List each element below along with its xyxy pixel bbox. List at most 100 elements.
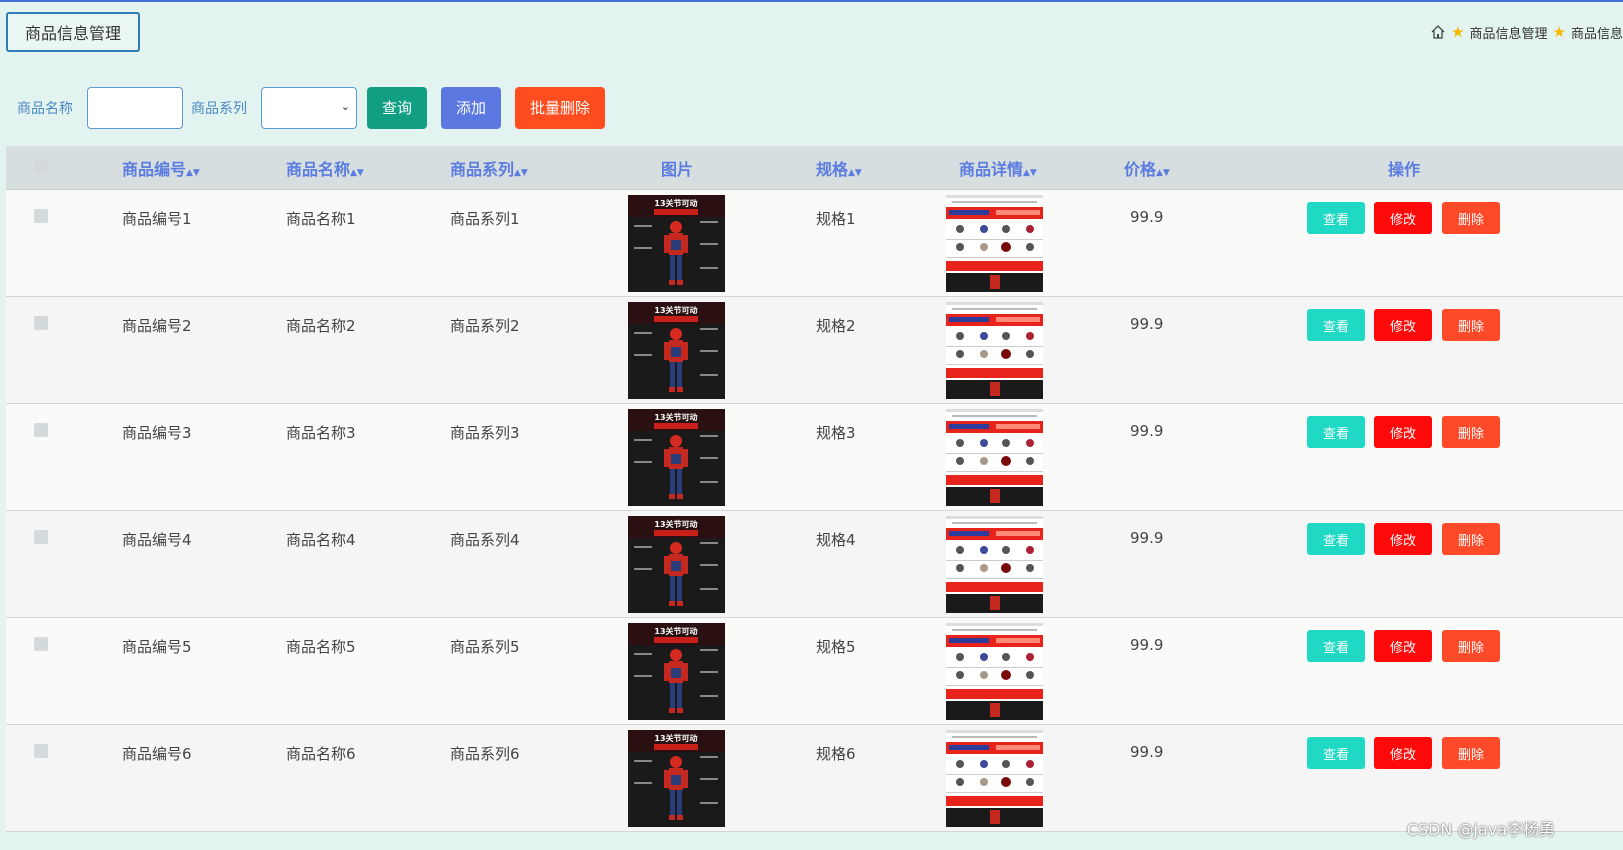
- delete-button[interactable]: 删除: [1442, 202, 1500, 234]
- header-name[interactable]: 商品名称▲▼: [286, 156, 364, 180]
- table-row: 商品编号6 商品名称6 商品系列6 13关节可动 规格6 99.9 查看 修改 …: [6, 725, 1623, 832]
- cell-price: 99.9: [1130, 315, 1164, 333]
- delete-button[interactable]: 删除: [1442, 630, 1500, 662]
- cell-price: 99.9: [1130, 743, 1164, 761]
- sort-icon: ▲▼: [350, 167, 364, 178]
- product-image[interactable]: 13关节可动: [628, 409, 725, 506]
- sort-icon: ▲▼: [186, 167, 200, 178]
- view-button[interactable]: 查看: [1307, 309, 1365, 341]
- cell-spec: 规格1: [816, 210, 856, 228]
- page-title: 商品信息管理: [24, 24, 121, 43]
- detail-image[interactable]: [946, 623, 1043, 720]
- cell-series: 商品系列6: [450, 745, 520, 763]
- cell-spec: 规格4: [816, 531, 856, 549]
- detail-image[interactable]: [946, 195, 1043, 292]
- series-filter-select[interactable]: ⌄: [261, 86, 357, 129]
- delete-button[interactable]: 删除: [1442, 523, 1500, 555]
- view-button[interactable]: 查看: [1307, 737, 1365, 769]
- edit-button[interactable]: 修改: [1374, 309, 1432, 341]
- filter-bar: 商品名称 商品系列 ⌄ 查询 添加 批量删除: [17, 86, 605, 129]
- cell-price: 99.9: [1130, 422, 1164, 440]
- image-caption: 13关节可动: [654, 198, 697, 208]
- cell-series: 商品系列5: [450, 638, 520, 656]
- header-image: 图片: [661, 159, 694, 179]
- cell-code: 商品编号1: [122, 210, 192, 228]
- detail-image[interactable]: [946, 516, 1043, 613]
- add-button[interactable]: 添加: [441, 86, 501, 129]
- cell-price: 99.9: [1130, 208, 1164, 226]
- cell-spec: 规格3: [816, 424, 856, 442]
- top-accent-line: [0, 0, 1623, 2]
- series-filter-label: 商品系列: [191, 100, 247, 117]
- cell-price: 99.9: [1130, 529, 1164, 547]
- edit-button[interactable]: 修改: [1374, 202, 1432, 234]
- row-checkbox[interactable]: [34, 316, 48, 330]
- edit-button[interactable]: 修改: [1374, 737, 1432, 769]
- header-code[interactable]: 商品编号▲▼: [122, 156, 200, 180]
- star-icon: ★: [1451, 23, 1465, 41]
- cell-series: 商品系列1: [450, 210, 520, 228]
- cell-spec: 规格6: [816, 745, 856, 763]
- detail-image[interactable]: [946, 730, 1043, 827]
- select-all-checkbox[interactable]: [34, 160, 48, 174]
- product-image[interactable]: 13关节可动: [628, 516, 725, 613]
- detail-image[interactable]: [946, 302, 1043, 399]
- table-body: 商品编号1 商品名称1 商品系列1 13关节可动 规格1 99.9 查看 修改 …: [6, 190, 1623, 832]
- sort-icon: ▲▼: [514, 167, 528, 178]
- header-actions: 操作: [1388, 159, 1421, 179]
- table-row: 商品编号1 商品名称1 商品系列1 13关节可动 规格1 99.9 查看 修改 …: [6, 190, 1623, 297]
- delete-button[interactable]: 删除: [1442, 309, 1500, 341]
- cell-name: 商品名称2: [286, 317, 356, 335]
- cell-name: 商品名称1: [286, 210, 356, 228]
- page-title-tab[interactable]: 商品信息管理: [6, 12, 140, 52]
- breadcrumb-item[interactable]: 商品信息: [1571, 23, 1623, 42]
- view-button[interactable]: 查看: [1307, 416, 1365, 448]
- view-button[interactable]: 查看: [1307, 630, 1365, 662]
- edit-button[interactable]: 修改: [1374, 416, 1432, 448]
- view-button[interactable]: 查看: [1307, 523, 1365, 555]
- cell-code: 商品编号6: [122, 745, 192, 763]
- product-image[interactable]: 13关节可动: [628, 730, 725, 827]
- row-checkbox[interactable]: [34, 423, 48, 437]
- view-button[interactable]: 查看: [1307, 202, 1365, 234]
- sort-icon: ▲▼: [1156, 167, 1170, 178]
- product-image[interactable]: 13关节可动: [628, 623, 725, 720]
- product-image[interactable]: 13关节可动: [628, 195, 725, 292]
- product-image[interactable]: 13关节可动: [628, 302, 725, 399]
- name-filter-label: 商品名称: [17, 100, 73, 117]
- cell-code: 商品编号5: [122, 638, 192, 656]
- row-checkbox[interactable]: [34, 209, 48, 223]
- image-caption: 13关节可动: [654, 626, 697, 636]
- chevron-down-icon: ⌄: [340, 99, 350, 113]
- header-series[interactable]: 商品系列▲▼: [450, 156, 528, 180]
- breadcrumb-item[interactable]: 商品信息管理: [1470, 23, 1548, 42]
- cell-code: 商品编号2: [122, 317, 192, 335]
- cell-code: 商品编号3: [122, 424, 192, 442]
- cell-spec: 规格2: [816, 317, 856, 335]
- batch-delete-button[interactable]: 批量删除: [515, 86, 605, 129]
- header-detail[interactable]: 商品详情▲▼: [959, 156, 1037, 180]
- cell-series: 商品系列3: [450, 424, 520, 442]
- row-checkbox[interactable]: [34, 530, 48, 544]
- row-checkbox[interactable]: [34, 637, 48, 651]
- image-caption: 13关节可动: [654, 305, 697, 315]
- edit-button[interactable]: 修改: [1374, 630, 1432, 662]
- home-icon[interactable]: [1430, 24, 1446, 40]
- query-button[interactable]: 查询: [367, 86, 427, 129]
- delete-button[interactable]: 删除: [1442, 737, 1500, 769]
- table-row: 商品编号5 商品名称5 商品系列5 13关节可动 规格5 99.9 查看 修改 …: [6, 618, 1623, 725]
- name-filter-input[interactable]: [87, 86, 183, 129]
- breadcrumb: ★ 商品信息管理 ★ 商品信息: [1430, 22, 1623, 42]
- table-row: 商品编号2 商品名称2 商品系列2 13关节可动 规格2 99.9 查看 修改 …: [6, 297, 1623, 404]
- cell-spec: 规格5: [816, 638, 856, 656]
- table-row: 商品编号4 商品名称4 商品系列4 13关节可动 规格4 99.9 查看 修改 …: [6, 511, 1623, 618]
- cell-price: 99.9: [1130, 636, 1164, 654]
- cell-code: 商品编号4: [122, 531, 192, 549]
- header-spec[interactable]: 规格▲▼: [816, 156, 862, 180]
- row-checkbox[interactable]: [34, 744, 48, 758]
- header-price[interactable]: 价格▲▼: [1124, 156, 1170, 180]
- edit-button[interactable]: 修改: [1374, 523, 1432, 555]
- delete-button[interactable]: 删除: [1442, 416, 1500, 448]
- detail-image[interactable]: [946, 409, 1043, 506]
- sort-icon: ▲▼: [1023, 167, 1037, 178]
